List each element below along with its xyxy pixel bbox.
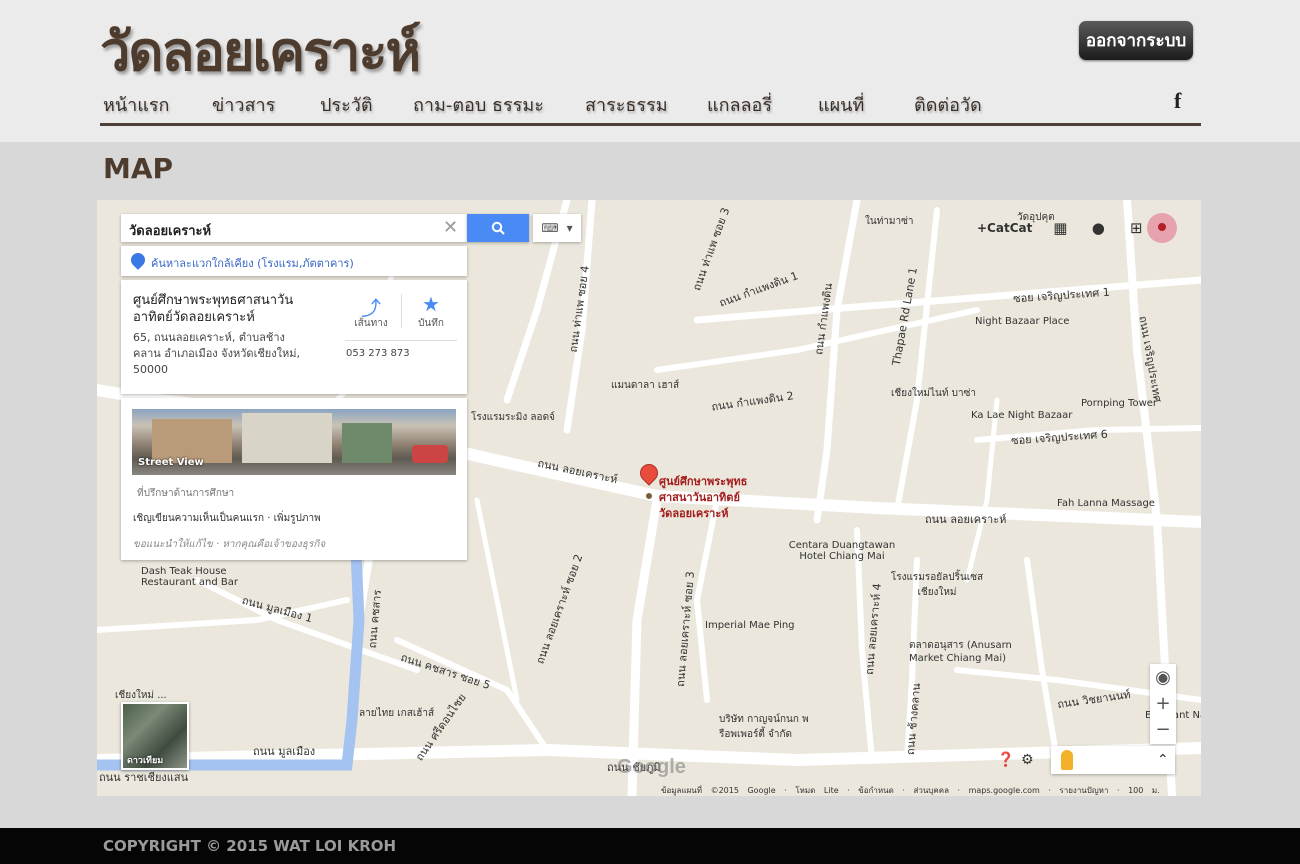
zoom-controls: ◉ + − [1150, 664, 1176, 744]
review-prompt-link[interactable]: เชิญเขียนความเห็นเป็นคนแรก · เพิ่มรูปภาพ [133, 511, 321, 526]
apps-grid-icon[interactable]: ▦ [1050, 218, 1070, 238]
suggest-edit-link[interactable]: ขอแนะนำให้แก้ไข · หากคุณคือเจ้าของธุรกิจ [133, 537, 325, 552]
place-name: ศูนย์ศึกษาพระพุทธศาสนาวันอาทิตย์วัดลอยเค… [133, 293, 294, 325]
nearby-search-link[interactable]: ค้นหาละแวกใกล้เคียง (โรงแรม,ภัตตาคาร) [121, 246, 467, 276]
map-label: เชียงใหม่ไนท์ บาซ่า [891, 388, 977, 399]
map-attribution: ข้อมูลแผนที่ ©2015 Google · โหมด Lite · … [661, 786, 1160, 795]
notifications-icon[interactable]: ● [1088, 218, 1108, 238]
map-account-controls: +CatCat ▦ ● ⊞ [977, 214, 1146, 242]
google-logo: Google [617, 756, 686, 778]
site-title[interactable]: วัดลอยเคราะห์ [100, 8, 421, 94]
my-location-icon[interactable]: ◉ [1150, 664, 1176, 690]
location-icon [128, 250, 148, 270]
street-view-photo[interactable]: Street View [132, 409, 456, 475]
facebook-icon[interactable]: f [1174, 88, 1190, 113]
nav-contact[interactable]: ติดต่อวัด [914, 90, 982, 119]
satellite-label: ดาวเทียม [127, 756, 164, 766]
map-label: ตลาดอนุสาร (Anusarn Market Chiang Mai) [909, 640, 1012, 664]
zoom-in-button[interactable]: + [1150, 690, 1176, 716]
main-nav: หน้าแรก ข่าวสาร ประวัติ ถาม-ตอบ ธรรมะ สา… [100, 84, 1201, 126]
place-info-card: ศูนย์ศึกษาพระพุทธศาสนาวันอาทิตย์วัดลอยเค… [121, 280, 467, 394]
map-label: Pornping Tower [1081, 398, 1158, 409]
site-footer: COPYRIGHT © 2015 WAT LOI KROH [0, 828, 1300, 864]
map-label: Dash Teak House Restaurant and Bar [141, 566, 239, 588]
site-header: วัดลอยเคราะห์ ออกจากระบบ หน้าแรก ข่าวสาร… [0, 0, 1300, 142]
map-label: โรงแรมรอยัลปริ้นเซส เชียงใหม่ [890, 572, 984, 598]
road-label: ถนน ราชเชียงแสน [99, 771, 189, 784]
gear-icon[interactable]: ⚙ [1021, 752, 1034, 768]
keyboard-button[interactable]: ⌨ ▾ [533, 214, 581, 242]
place-category: ที่ปรึกษาด้านการศึกษา [137, 488, 235, 499]
copyright-text: COPYRIGHT © 2015 WAT LOI KROH [103, 837, 397, 855]
map-search-box[interactable]: วัดลอยเคราะห์ ✕ [121, 214, 467, 242]
street-view-label: Street View [138, 457, 204, 468]
map-label: Night Bazaar Place [975, 316, 1070, 327]
logout-button[interactable]: ออกจากระบบ [1079, 21, 1193, 60]
catcat-link[interactable]: +CatCat [977, 221, 1032, 235]
map-label: โรงแรมระมิง ลอดจ์ [471, 412, 555, 423]
map-label: เชียงใหม่ ... [115, 690, 167, 701]
help-icon[interactable]: ❓ [997, 752, 1014, 768]
nav-qa-dhamma[interactable]: ถาม-ตอบ ธรรมะ [413, 90, 544, 119]
map-label: ในท่ามาซ่า [865, 216, 914, 227]
map-label: Ka Lae Night Bazaar [971, 410, 1073, 421]
place-address: 65, ถนนลอยเคราะห์, ตำบลช้างคลาน อำเภอเมื… [133, 331, 300, 376]
nav-map[interactable]: แผนที่ [818, 90, 864, 119]
search-icon [491, 221, 505, 235]
divider [401, 294, 402, 328]
zoom-out-button[interactable]: − [1150, 716, 1176, 742]
google-map[interactable]: ในท่ามาซ่า วัดอุปคุต Night Bazaar Place … [97, 200, 1201, 796]
map-search-input[interactable]: วัดลอยเคราะห์ [129, 220, 211, 241]
pin-label: ศูนย์ศึกษาพระพุทธ ศาสนาวันอาทิตย์ วัดลอย… [659, 475, 748, 520]
nav-dhamma-articles[interactable]: สาระธรรม [585, 90, 668, 119]
page-title: MAP [103, 152, 174, 185]
close-icon[interactable]: ✕ [443, 217, 458, 238]
temple-marker-icon[interactable] [645, 492, 653, 500]
nav-home[interactable]: หน้าแรก [103, 90, 169, 119]
share-plus-icon[interactable]: ⊞ [1126, 218, 1146, 238]
pegman-icon[interactable] [1061, 750, 1073, 770]
expand-up-icon[interactable]: ⌃ [1157, 752, 1169, 768]
keyboard-icon: ⌨ [541, 221, 559, 235]
place-photo-card: Street View ที่ปรึกษาด้านการศึกษา เชิญเข… [121, 398, 467, 560]
map-label: ลายไทย เกสเฮ้าส์ [359, 708, 435, 719]
nav-gallery[interactable]: แกลลอรี่ [707, 90, 772, 119]
map-label: บริษัท กาญจน์กนก พ รือพเพอร์ตี้ จำกัด [719, 714, 809, 740]
place-phone: 053 273 873 [346, 348, 410, 359]
chevron-down-icon: ▾ [566, 221, 573, 235]
nav-news[interactable]: ข่าวสาร [212, 90, 275, 119]
road-label: ถนน มูลเมือง [253, 745, 316, 758]
divider [345, 340, 457, 341]
avatar[interactable] [1147, 213, 1177, 243]
nav-history[interactable]: ประวัติ [320, 90, 373, 119]
map-label: Imperial Mae Ping [705, 620, 795, 631]
directions-button[interactable]: ⤴ เส้นทาง [349, 292, 393, 331]
map-label: Fah Lanna Massage [1057, 498, 1155, 509]
map-search-button[interactable] [467, 214, 529, 242]
map-label: แมนดาลา เฮาส์ [611, 380, 680, 391]
directions-icon: ⤴ [361, 296, 381, 320]
nearby-link-text[interactable]: ค้นหาละแวกใกล้เคียง (โรงแรม,ภัตตาคาร) [151, 254, 354, 272]
map-label: Centara Duangtawan Hotel Chiang Mai [788, 540, 896, 562]
star-icon: ★ [422, 292, 440, 316]
save-button[interactable]: ★ บันทึก [409, 292, 453, 331]
road-label: ถนน ลอยเคราะห์ [925, 513, 1007, 526]
